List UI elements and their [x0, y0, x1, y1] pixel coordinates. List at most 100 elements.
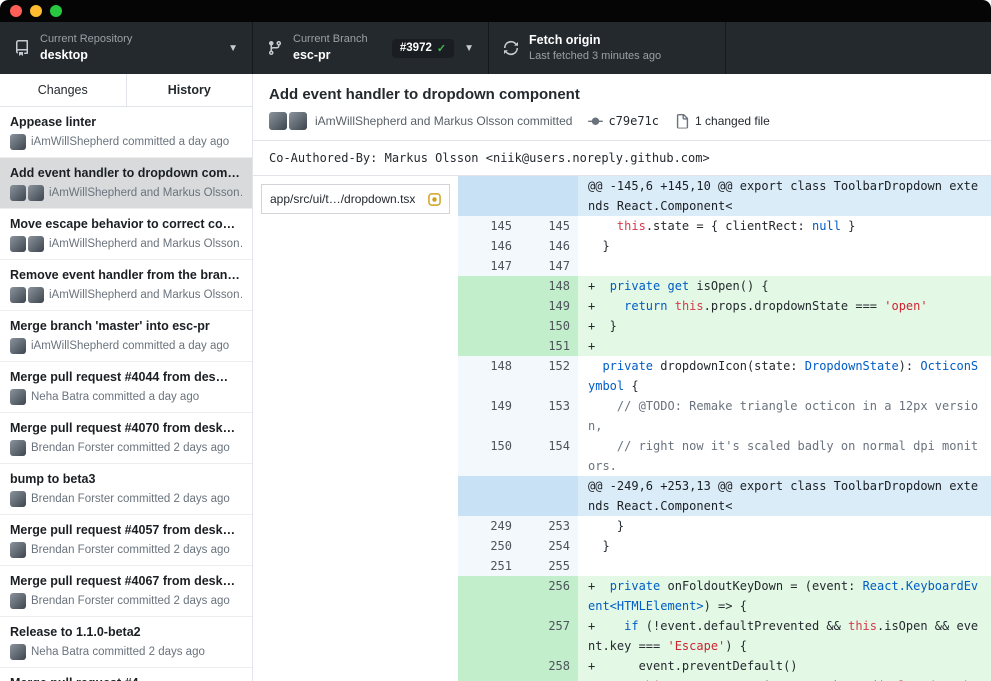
file-path: app/src/ui/t…/dropdown.tsx [270, 192, 416, 206]
current-branch-value: esc-pr [293, 48, 331, 63]
new-line-number: 151 [520, 336, 578, 356]
commit-meta: iAmWillShepherd committed a day ago [31, 340, 230, 352]
new-line-number: 257 [520, 616, 578, 656]
commit-meta: Neha Batra committed 2 days ago [31, 646, 205, 658]
commit-title: Merge pull request #4… [10, 676, 242, 681]
avatar [10, 440, 26, 456]
commit-meta: Brendan Forster committed 2 days ago [31, 442, 230, 454]
commit-meta: iAmWillShepherd committed a day ago [31, 136, 230, 148]
new-line-number [520, 476, 578, 516]
diff-code-line: + private get isOpen() { [578, 276, 991, 296]
commit-list[interactable]: Appease linter iAmWillShepherd committed… [0, 107, 252, 681]
commit-meta: iAmWillShepherd and Markus Olsson… [49, 238, 242, 250]
old-line-number [458, 616, 520, 656]
avatar [10, 185, 26, 201]
new-line-number: 152 [520, 356, 578, 396]
old-line-number: 150 [458, 436, 520, 476]
old-line-number [458, 576, 520, 616]
commit-list-item[interactable]: Merge pull request #4044 from des… Neha … [0, 362, 252, 413]
commit-list-item[interactable]: Merge pull request #4057 from desk… Bren… [0, 515, 252, 566]
current-repository-dropdown[interactable]: Current Repository desktop ▼ [0, 22, 253, 74]
file-icon [676, 113, 689, 129]
commit-title: Release to 1.1.0-beta2 [10, 625, 141, 639]
avatar [10, 491, 26, 507]
commit-list-item[interactable]: Remove event handler from the bran… iAmW… [0, 260, 252, 311]
diff-code-line: } [578, 516, 991, 536]
old-line-number [458, 476, 520, 516]
commit-title: Add event handler to dropdown component [269, 86, 580, 103]
commit-list-item[interactable]: Merge pull request #4067 from desk… Bren… [0, 566, 252, 617]
diff-row: 259 + this.props.onDropdownStateChanged(… [458, 676, 991, 681]
sync-icon [503, 40, 519, 56]
tab-history[interactable]: History [127, 74, 253, 106]
old-line-number: 146 [458, 236, 520, 256]
commit-title: Merge pull request #4057 from desk… [10, 523, 236, 537]
commit-list-item[interactable]: Appease linter iAmWillShepherd committed… [0, 107, 252, 158]
commit-list-item[interactable]: Merge pull request #4… [0, 668, 252, 681]
avatar [10, 593, 26, 609]
diff-code-line: // right now it's scaled badly on normal… [578, 436, 991, 476]
diff-code-line: } [578, 236, 991, 256]
diff-code-line: + } [578, 316, 991, 336]
commit-avatars [10, 287, 44, 303]
current-repository-label: Current Repository [40, 33, 133, 46]
diff-row: 150 + } [458, 316, 991, 336]
commit-list-item[interactable]: Merge branch 'master' into esc-pr iAmWil… [0, 311, 252, 362]
fetch-origin-button[interactable]: Fetch origin Last fetched 3 minutes ago [489, 22, 726, 74]
old-line-number: 250 [458, 536, 520, 556]
commit-list-item[interactable]: Add event handler to dropdown com… iAmWi… [0, 158, 252, 209]
commit-avatars [10, 134, 26, 150]
new-line-number: 146 [520, 236, 578, 256]
new-line-number: 256 [520, 576, 578, 616]
commit-list-item[interactable]: Merge pull request #4070 from desk… Bren… [0, 413, 252, 464]
pr-number: #3972 [399, 42, 432, 54]
avatar [269, 112, 287, 130]
old-line-number: 251 [458, 556, 520, 576]
changed-files-group: 1 changed file [675, 113, 770, 129]
commit-meta: Brendan Forster committed 2 days ago [31, 595, 230, 607]
git-commit-icon [588, 117, 604, 125]
commit-title: Remove event handler from the bran… [10, 268, 240, 282]
commit-meta: iAmWillShepherd and Markus Olsson… [49, 289, 242, 301]
old-line-number [458, 676, 520, 681]
diff-row: 258 + event.preventDefault() [458, 656, 991, 676]
diff-view[interactable]: @@ -145,6 +145,10 @@ export class Toolba… [458, 176, 991, 681]
commit-list-item[interactable]: bump to beta3 Brendan Forster committed … [0, 464, 252, 515]
sidebar-tabs: Changes History [0, 74, 252, 107]
zoom-window-button[interactable] [50, 5, 62, 17]
minimize-window-button[interactable] [30, 5, 42, 17]
diff-code-line: + return this.props.dropdownState === 'o… [578, 296, 991, 316]
new-line-number: 259 [520, 676, 578, 681]
old-line-number: 149 [458, 396, 520, 436]
diff-code-line: // @TODO: Remake triangle octicon in a 1… [578, 396, 991, 436]
tab-changes[interactable]: Changes [0, 74, 127, 106]
current-repository-value: desktop [40, 48, 88, 63]
titlebar [0, 0, 991, 22]
diff-row: 257 + if (!event.defaultPrevented && thi… [458, 616, 991, 656]
commit-meta: Brendan Forster committed 2 days ago [31, 493, 230, 505]
new-line-number: 254 [520, 536, 578, 556]
avatar [10, 236, 26, 252]
diff-row: 256 + private onFoldoutKeyDown = (event:… [458, 576, 991, 616]
commit-list-item[interactable]: Move escape behavior to correct co… iAmW… [0, 209, 252, 260]
diff-row: 251 255 [458, 556, 991, 576]
new-line-number: 147 [520, 256, 578, 276]
current-branch-dropdown[interactable]: Current Branch esc-pr #3972 ✓ ▼ [253, 22, 489, 74]
diff-row: @@ -145,6 +145,10 @@ export class Toolba… [458, 176, 991, 216]
file-row[interactable]: app/src/ui/t…/dropdown.tsx [261, 184, 450, 214]
diff-code-line [578, 256, 991, 276]
commit-avatars [10, 644, 26, 660]
avatar [10, 287, 26, 303]
commit-avatars [10, 185, 44, 201]
commit-avatars [10, 491, 26, 507]
commit-avatars [10, 440, 26, 456]
close-window-button[interactable] [10, 5, 22, 17]
diff-code-line: + this.props.onDropdownStateChanged('clo… [578, 676, 991, 681]
committer-avatars [269, 112, 307, 130]
avatar [10, 389, 26, 405]
old-line-number: 147 [458, 256, 520, 276]
commit-list-item[interactable]: Release to 1.1.0-beta2 Neha Batra commit… [0, 617, 252, 668]
fetch-origin-title: Fetch origin [529, 33, 601, 48]
diff-row: 151 + [458, 336, 991, 356]
